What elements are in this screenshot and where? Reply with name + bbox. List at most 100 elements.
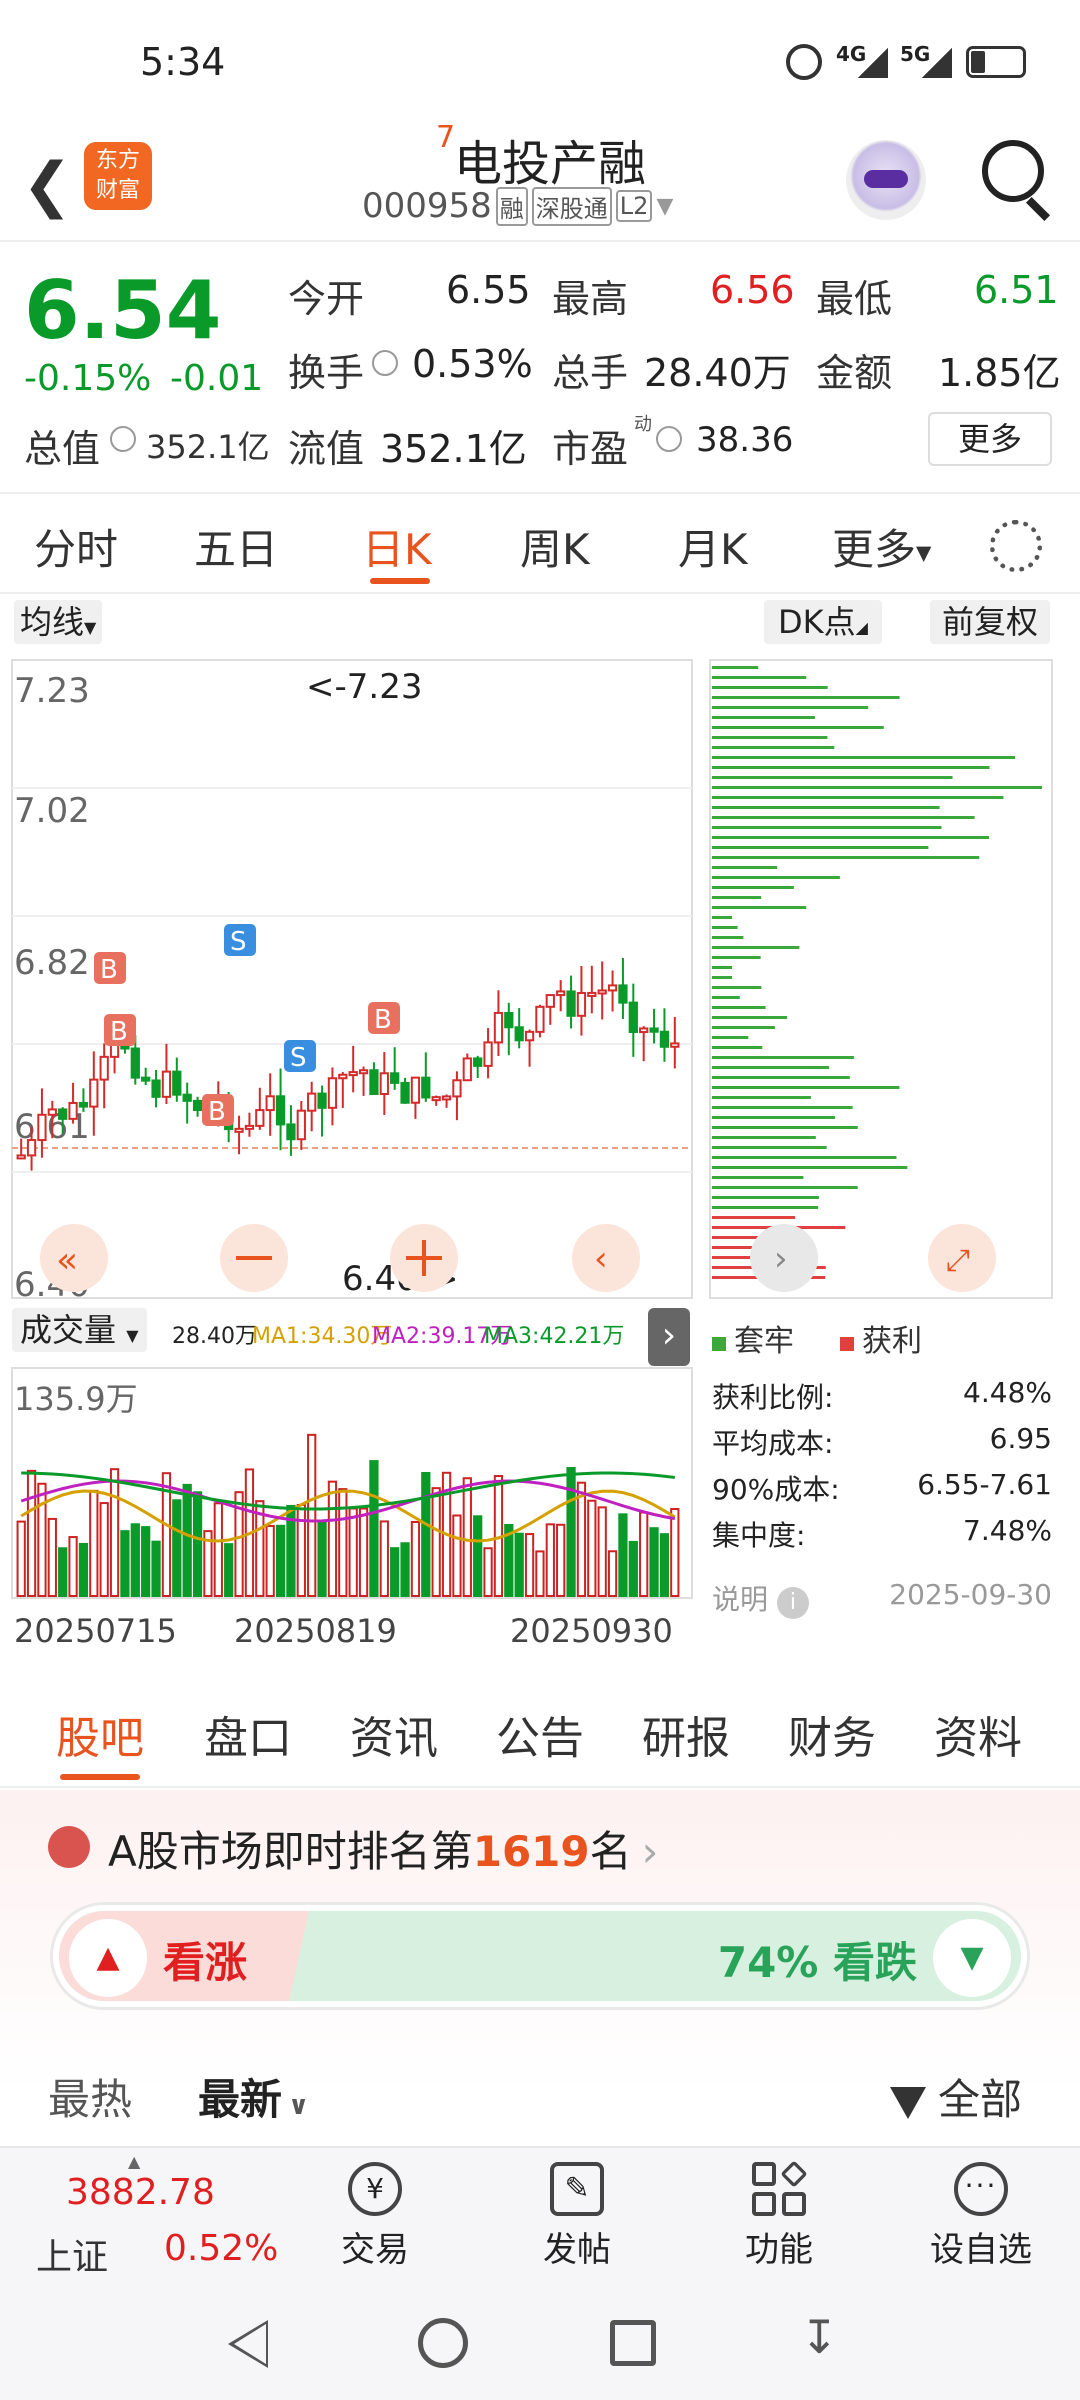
pe-info-icon[interactable] xyxy=(656,426,682,452)
candle-body xyxy=(452,1079,462,1098)
bear-button[interactable]: 74% 看跌 xyxy=(718,1929,917,1990)
candle-body xyxy=(618,984,628,1004)
tab-news[interactable]: 资讯 xyxy=(350,1702,438,1766)
chip-bar xyxy=(712,1046,763,1049)
chip-bar xyxy=(712,1026,775,1029)
yen-icon: ¥ xyxy=(348,2162,402,2216)
tab-hottest[interactable]: 最热 xyxy=(48,2066,132,2127)
ma3-info: MA3:42.21万 xyxy=(484,1324,625,1349)
tab-latest[interactable]: 最新 ∨ xyxy=(198,2066,309,2127)
chip-stats: 获利比例: 4.48% 平均成本: 6.95 90%成本: 6.55-7.61 集中度… xyxy=(712,1376,1052,1624)
turnover-info-icon[interactable] xyxy=(372,350,398,376)
bull-arrow-icon[interactable]: ▲ xyxy=(69,1919,147,1997)
post-button[interactable]: ✎ 发帖 xyxy=(512,2148,642,2282)
candle-body xyxy=(524,1030,535,1042)
trade-button[interactable]: ¥ 交易 xyxy=(310,2148,440,2282)
chip-bar xyxy=(712,736,828,739)
tab-profile[interactable]: 资料 xyxy=(934,1702,1022,1766)
tab-announcements[interactable]: 公告 xyxy=(496,1702,584,1766)
chip-bar xyxy=(712,756,1016,759)
tab-daily-k[interactable]: 日K xyxy=(362,516,432,577)
low-value: 6.51 xyxy=(974,268,1059,312)
candle-body xyxy=(639,1027,649,1034)
app-logo[interactable]: 东方 财富 xyxy=(84,142,152,210)
volume-bar xyxy=(473,1515,483,1598)
tab-weekly-k[interactable]: 周K xyxy=(520,516,590,577)
trade-marker-label: S xyxy=(290,1043,307,1073)
settings-gear-icon[interactable] xyxy=(990,520,1042,572)
watchlist-label: 设自选 xyxy=(930,2230,1032,2270)
index-pct[interactable]: 0.52% xyxy=(164,2228,278,2269)
system-nav-bar: ↧ xyxy=(0,2280,1080,2400)
bear-arrow-icon[interactable]: ▼ xyxy=(933,1919,1011,1997)
volume-bar xyxy=(327,1480,338,1598)
add-watchlist-button[interactable]: ··· 设自选 xyxy=(916,2148,1046,2282)
margin-tag: 融 xyxy=(495,186,528,226)
candle-body xyxy=(317,1092,327,1109)
nav-home-icon[interactable] xyxy=(418,2318,468,2368)
robot-assistant-icon[interactable] xyxy=(846,140,926,220)
volume-bar xyxy=(431,1487,441,1597)
chevron-left-icon: ‹ xyxy=(594,1239,608,1279)
volume-bar xyxy=(545,1523,555,1598)
stock-title: 电投产融 xyxy=(454,136,647,192)
volume-bar xyxy=(483,1547,493,1598)
dropdown-icon[interactable]: ▼ xyxy=(656,194,673,219)
bull-button[interactable]: 看涨 xyxy=(163,1929,247,1990)
candle-body xyxy=(649,1027,659,1033)
chip-bar xyxy=(712,776,953,779)
tab-forum[interactable]: 股吧 xyxy=(56,1702,144,1766)
chip-bar xyxy=(712,1076,850,1079)
candle-body xyxy=(151,1079,161,1098)
tab-monthly-k[interactable]: 月K xyxy=(678,516,748,577)
rank-number: 1619 xyxy=(472,1827,590,1876)
info-icon[interactable] xyxy=(110,426,136,452)
y-label-1: 7.02 xyxy=(14,791,90,831)
filter-button[interactable]: 全部 xyxy=(890,2066,1022,2127)
chip-bar xyxy=(712,1116,836,1119)
mktcap-label: 总值 xyxy=(24,427,101,471)
change-value: -0.01 xyxy=(170,358,264,399)
more-button[interactable]: 更多 xyxy=(928,412,1052,466)
tab-five-day[interactable]: 五日 xyxy=(194,516,278,577)
candle-body xyxy=(99,1055,109,1081)
trade-marker-label: B xyxy=(208,1097,226,1127)
volume-bar xyxy=(182,1483,192,1597)
candle-body xyxy=(597,989,607,995)
nav-collapse-icon[interactable]: ↧ xyxy=(800,2310,839,2364)
stock-header: ❮ 东方 财富 7 电投产融 000958 融 深股通 L2 ▼ xyxy=(0,120,1080,242)
note-link[interactable]: 说明 i xyxy=(712,1578,809,1624)
grid-icon xyxy=(752,2160,808,2216)
battery-icon xyxy=(966,46,1026,78)
back-icon[interactable]: ❮ xyxy=(22,150,72,220)
tab-intraday[interactable]: 分时 xyxy=(34,516,118,577)
search-icon[interactable] xyxy=(982,140,1044,202)
candle-body xyxy=(68,1101,78,1120)
trade-marker-label: B xyxy=(374,1005,392,1035)
rank-text[interactable]: A股市场即时排名第1619名 › xyxy=(108,1818,658,1879)
index-name[interactable]: 上证 xyxy=(36,2228,108,2280)
expand-panel-button[interactable]: › xyxy=(648,1308,690,1366)
amount-value: 1.85亿 xyxy=(938,351,1061,395)
trade-marker-label: B xyxy=(100,955,118,985)
chip-bar xyxy=(712,1016,788,1019)
note-date: 2025-09-30 xyxy=(889,1578,1052,1611)
volume-selector[interactable]: 成交量 ▼ xyxy=(12,1308,147,1352)
turnover-value: 0.53% xyxy=(412,342,533,386)
nav-recents-icon[interactable] xyxy=(610,2320,656,2366)
rank-panel: A股市场即时排名第1619名 › ▲ 看涨 74% 看跌 ▼ xyxy=(0,1790,1080,2090)
tab-research[interactable]: 研报 xyxy=(642,1702,730,1766)
chip-bar xyxy=(712,846,929,849)
function-button[interactable]: 功能 xyxy=(714,2148,844,2282)
ranking-icon xyxy=(48,1826,90,1868)
chip-bar xyxy=(712,866,778,869)
open-label: 今开 xyxy=(288,277,365,321)
index-value[interactable]: 3882.78 xyxy=(66,2172,215,2213)
candle-body xyxy=(659,1030,670,1048)
tab-financials[interactable]: 财务 xyxy=(788,1702,876,1766)
tab-order-book[interactable]: 盘口 xyxy=(204,1702,292,1766)
tab-more[interactable]: 更多▼ xyxy=(832,516,931,577)
sentiment-bar: ▲ 看涨 74% 看跌 ▼ xyxy=(50,1902,1030,2010)
volume-bar xyxy=(296,1503,306,1597)
volume-bar xyxy=(89,1489,99,1597)
